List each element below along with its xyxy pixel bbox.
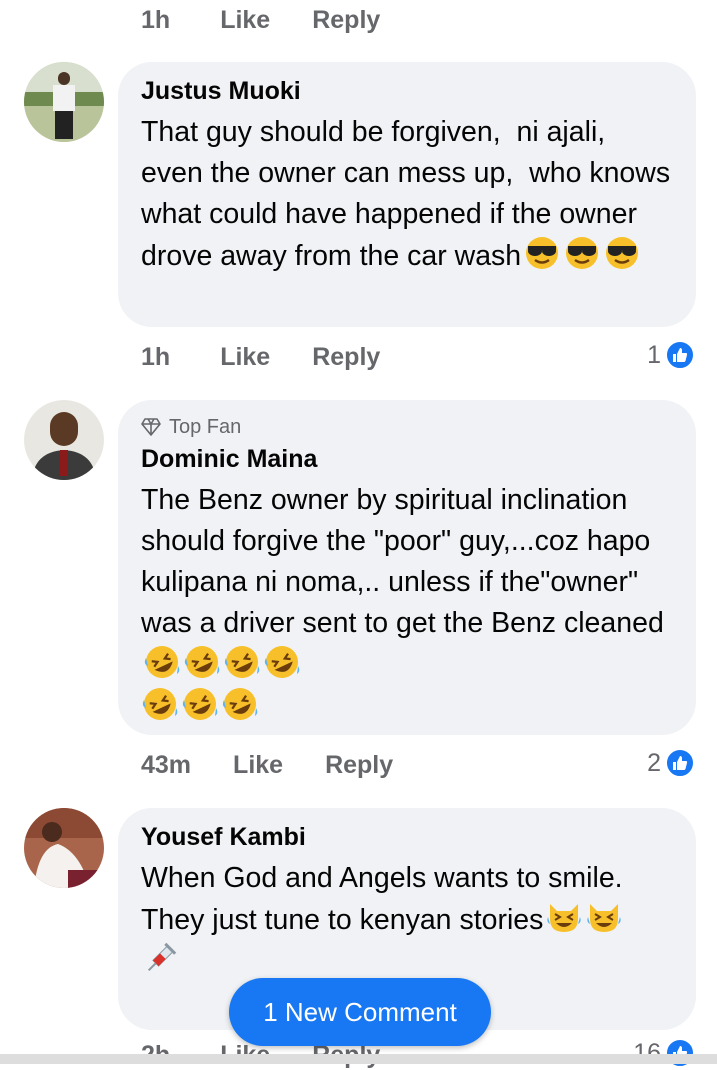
- sunglasses-emoji-icon: [566, 237, 599, 269]
- avatar[interactable]: [24, 400, 104, 480]
- rolling-laughing-emoji-icon: [222, 688, 258, 720]
- comment-author[interactable]: Yousef Kambi: [141, 822, 674, 852]
- comment-bubble: Justus Muoki That guy should be forgiven…: [118, 62, 696, 327]
- avatar[interactable]: [24, 808, 104, 888]
- cat-tears-of-joy-emoji-icon: [547, 904, 582, 932]
- reply-button[interactable]: Reply: [312, 343, 380, 372]
- like-button[interactable]: Like: [220, 343, 270, 372]
- comment-bubble: Top Fan Dominic Maina The Benz owner by …: [118, 400, 696, 735]
- reply-button[interactable]: Reply: [325, 751, 393, 780]
- new-comment-button[interactable]: 1 New Comment: [229, 978, 491, 1046]
- reply-button[interactable]: Reply: [312, 6, 380, 35]
- comment-text-line: When God and Angels wants to smile.: [141, 862, 623, 894]
- rolling-laughing-emoji-icon: [182, 688, 218, 720]
- rolling-laughing-emoji-icon: [184, 646, 220, 678]
- comment-text-body: The Benz owner by spiritual inclination …: [141, 484, 664, 639]
- rolling-laughing-emoji-icon: [264, 646, 300, 678]
- cat-tears-of-joy-emoji-icon: [587, 904, 622, 932]
- rolling-laughing-emoji-icon: [142, 688, 178, 720]
- comment-time: 43m: [141, 750, 192, 779]
- thumbs-up-icon: [665, 748, 695, 778]
- thumbs-up-icon: [665, 340, 695, 370]
- bottom-divider: [0, 1054, 717, 1064]
- reaction-count: 2: [647, 748, 661, 777]
- comment-text: The Benz owner by spiritual inclination …: [141, 480, 674, 728]
- like-button[interactable]: Like: [233, 751, 283, 780]
- sunglasses-emoji-icon: [606, 237, 639, 269]
- diamond-icon: [141, 418, 161, 436]
- reaction-count: 1: [647, 340, 661, 369]
- comment-meta-row: 1h Like Reply: [141, 342, 380, 372]
- reaction-summary[interactable]: 1: [647, 340, 695, 370]
- comment-text: That guy should be forgiven, ni ajali, e…: [141, 112, 674, 277]
- avatar[interactable]: [24, 62, 104, 142]
- comment-text-line: They just tune to kenyan stories: [141, 904, 544, 936]
- top-fan-badge: Top Fan: [141, 414, 674, 440]
- comment-author[interactable]: Justus Muoki: [141, 76, 674, 106]
- sunglasses-emoji-icon: [526, 237, 559, 269]
- reaction-summary[interactable]: 2: [647, 748, 695, 778]
- comment-time: 1h: [141, 342, 171, 371]
- comment-time: 1h: [141, 5, 171, 34]
- syringe-emoji-icon: [147, 942, 177, 972]
- like-button[interactable]: Like: [220, 6, 270, 35]
- badge-label: Top Fan: [169, 415, 242, 438]
- comment-text: When God and Angels wants to smile. They …: [141, 858, 674, 983]
- comment-meta-row: 1h Like Reply: [141, 5, 380, 35]
- comment-author[interactable]: Dominic Maina: [141, 444, 674, 474]
- comment-meta-row: 43m Like Reply: [141, 750, 393, 780]
- rolling-laughing-emoji-icon: [224, 646, 260, 678]
- rolling-laughing-emoji-icon: [144, 646, 180, 678]
